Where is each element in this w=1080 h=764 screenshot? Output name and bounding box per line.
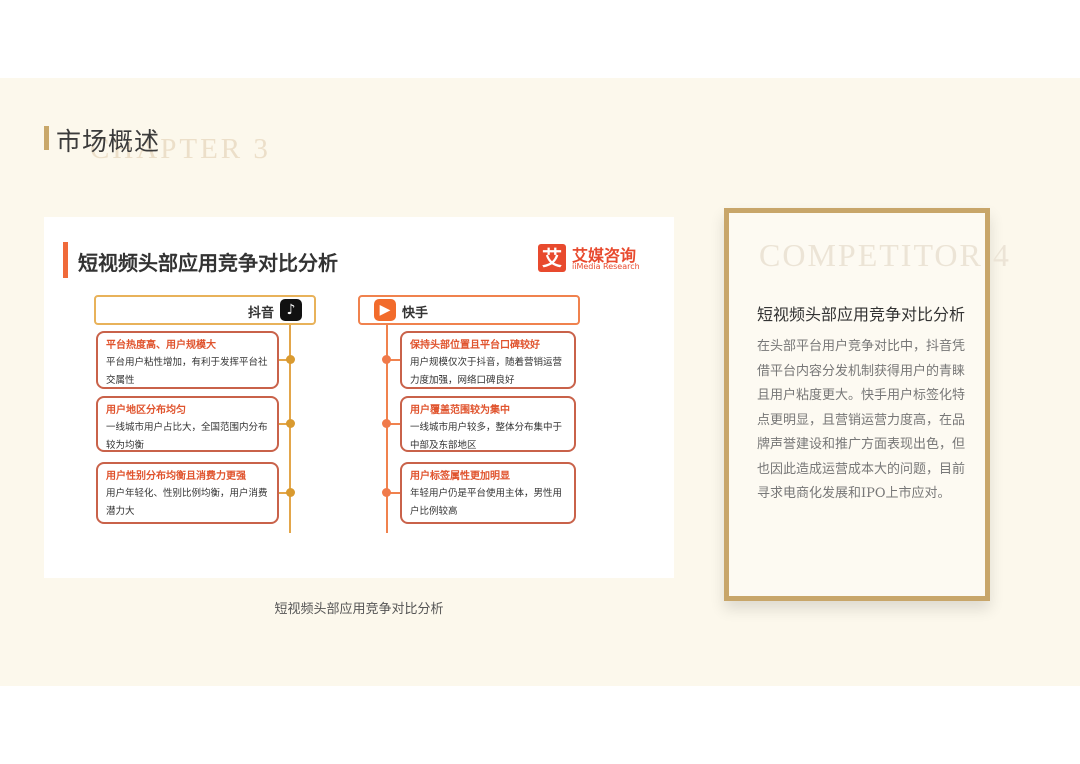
douyin-item-1: 平台热度高、用户规模大 平台用户粘性增加，有利于发挥平台社交属性 [96,331,279,389]
figure-title: 短视频头部应用竞争对比分析 [78,251,338,275]
summary-body: 在头部平台用户竞争对比中，抖音凭借平台内容分发机制获得用户的青睐且用户粘度更大。… [757,339,966,501]
iimedia-logo-en: iiMedia Research [572,262,640,271]
kuaishou-dot [382,488,391,497]
douyin-header: 抖音 ♪ [94,295,316,325]
comparison-figure: 短视频头部应用竞争对比分析 艾 艾媒咨询 iiMedia Research 抖音… [44,217,674,578]
summary-title: 短视频头部应用竞争对比分析 [757,305,966,324]
summary-frame: COMPETITOR 4 短视频头部应用竞争对比分析 在头部平台用户竞争对比中，… [724,208,1009,601]
douyin-dot [286,488,295,497]
iimedia-logo: 艾 艾媒咨询 iiMedia Research [538,244,640,276]
competitor-watermark: COMPETITOR 4 [759,237,1011,273]
kuaishou-item-heading: 用户覆盖范围较为集中 [410,405,510,416]
kuaishou-item-body: 年轻用户仍是平台使用主体，男性用户比例较高 [410,488,563,517]
kuaishou-item-heading: 用户标签属性更加明显 [410,471,510,482]
kuaishou-item-1: 保持头部位置且平台口碑较好 用户规模仅次于抖音，随着营销运营力度加强，网络口碑良… [400,331,576,389]
douyin-item-body: 平台用户粘性增加，有利于发挥平台社交属性 [106,357,268,386]
kuaishou-header: ▶ 快手 [358,295,580,325]
douyin-item-3: 用户性别分布均衡且消费力更强 用户年轻化、性别比例均衡，用户消费潜力大 [96,462,279,524]
kuaishou-item-2: 用户覆盖范围较为集中 一线城市用户较多，整体分布集中于中部及东部地区 [400,396,576,452]
douyin-item-heading: 用户性别分布均衡且消费力更强 [106,471,246,482]
douyin-dot [286,355,295,364]
douyin-dot [286,419,295,428]
figure-title-accent [63,242,68,278]
douyin-item-body: 用户年轻化、性别比例均衡，用户消费潜力大 [106,488,268,517]
iimedia-logo-mark: 艾 [538,244,566,272]
douyin-item-body: 一线城市用户占比大，全国范围内分布较为均衡 [106,422,268,451]
page-title: 市场概述 [56,127,161,156]
douyin-item-2: 用户地区分布均匀 一线城市用户占比大，全国范围内分布较为均衡 [96,396,279,452]
figure-caption: 短视频头部应用竞争对比分析 [274,602,444,617]
kuaishou-dot [382,355,391,364]
kuaishou-item-body: 用户规模仅次于抖音，随着营销运营力度加强，网络口碑良好 [410,357,563,386]
douyin-item-heading: 平台热度高、用户规模大 [106,340,216,351]
kuaishou-label: 快手 [402,306,429,321]
kuaishou-dot [382,419,391,428]
tiktok-icon: ♪ [280,299,302,321]
douyin-label: 抖音 [247,306,274,321]
douyin-item-heading: 用户地区分布均匀 [106,405,186,416]
kuaishou-item-3: 用户标签属性更加明显 年轻用户仍是平台使用主体，男性用户比例较高 [400,462,576,524]
kuaishou-item-heading: 保持头部位置且平台口碑较好 [410,340,540,351]
kuaishou-item-body: 一线城市用户较多，整体分布集中于中部及东部地区 [410,422,563,451]
kuaishou-icon: ▶ [374,299,396,321]
title-accent-bar [44,126,49,150]
